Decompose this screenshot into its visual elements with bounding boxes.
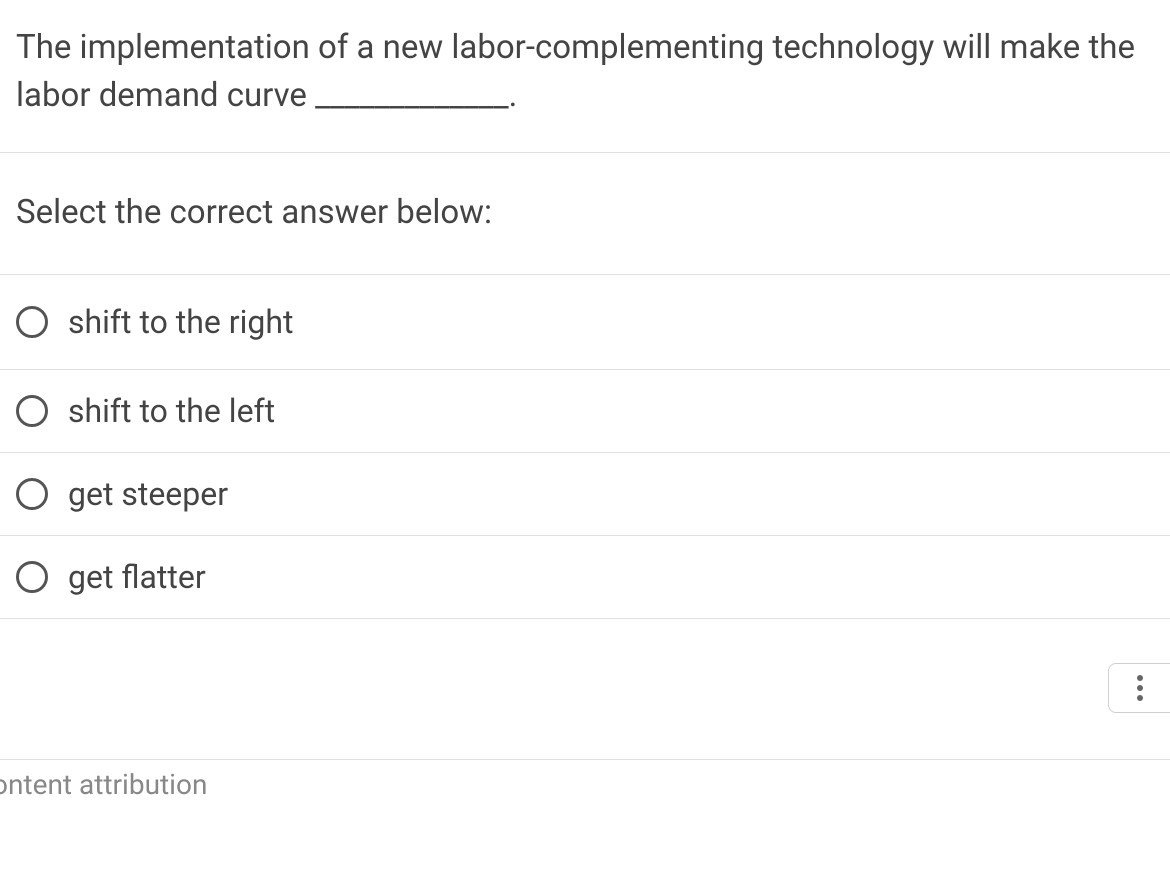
option-label: get steeper [68, 475, 228, 513]
attribution-section: ontent attribution [0, 759, 1170, 801]
option-label: shift to the right [68, 303, 293, 341]
footer-area [0, 619, 1170, 759]
radio-icon [16, 306, 48, 338]
option-row-2[interactable]: shift to the left [0, 370, 1170, 453]
more-vertical-icon [1137, 675, 1143, 701]
option-row-3[interactable]: get steeper [0, 453, 1170, 536]
radio-icon [16, 561, 48, 593]
question-section: The implementation of a new labor-comple… [0, 0, 1170, 153]
options-list: shift to the right shift to the left get… [0, 275, 1170, 619]
more-button[interactable] [1108, 663, 1170, 713]
attribution-text: ontent attribution [0, 768, 1170, 801]
instruction-section: Select the correct answer below: [0, 153, 1170, 275]
option-row-1[interactable]: shift to the right [0, 275, 1170, 370]
option-label: get flatter [68, 558, 206, 596]
option-row-4[interactable]: get flatter [0, 536, 1170, 619]
radio-icon [16, 395, 48, 427]
instruction-text: Select the correct answer below: [16, 193, 1154, 232]
question-text: The implementation of a new labor-comple… [16, 24, 1154, 120]
option-label: shift to the left [68, 392, 275, 430]
radio-icon [16, 478, 48, 510]
